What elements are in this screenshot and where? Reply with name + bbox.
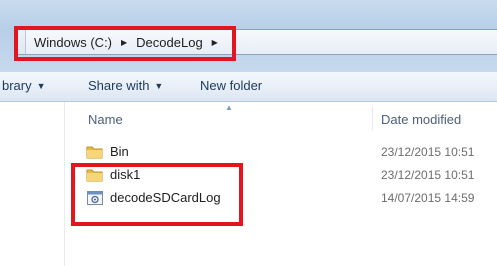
new-folder-button[interactable]: New folder (200, 78, 262, 93)
navigation-pane-divider[interactable] (64, 102, 65, 266)
file-row-decodesdcardlog[interactable]: decodeSDCardLog 14/07/2015 14:59 (80, 188, 497, 208)
file-name: Bin (110, 144, 129, 159)
sort-ascending-icon: ▲ (225, 103, 233, 112)
file-date-modified: 23/12/2015 10:51 (381, 145, 475, 159)
file-list-pane: ▲ Name Date modified Bin 23/12/2015 10:5… (0, 102, 497, 266)
share-with-label: Share with (88, 78, 150, 93)
address-bar[interactable]: Windows (C:) ▶ DecodeLog ▶ (14, 29, 497, 55)
file-date-modified: 23/12/2015 10:51 (381, 168, 475, 182)
command-bar: brary ▼ Share with ▼ New folder (0, 72, 497, 102)
folder-icon (86, 167, 104, 183)
address-bar-edge (15, 30, 26, 54)
library-menu-label: brary (2, 78, 32, 93)
file-name: disk1 (110, 167, 141, 182)
file-date-modified: 14/07/2015 14:59 (381, 191, 475, 205)
column-header-date-modified[interactable]: Date modified (381, 103, 461, 135)
library-menu-button[interactable]: brary ▼ (2, 78, 46, 93)
breadcrumb-item-folder[interactable]: DecodeLog (136, 35, 203, 50)
dropdown-arrow-icon: ▼ (36, 81, 46, 91)
explorer-window: Windows (C:) ▶ DecodeLog ▶ brary ▼ Share … (0, 0, 497, 266)
column-header-name[interactable]: Name (88, 103, 123, 135)
file-row-disk1[interactable]: disk1 23/12/2015 10:51 (80, 165, 497, 185)
column-divider[interactable] (372, 106, 373, 130)
address-zone: Windows (C:) ▶ DecodeLog ▶ (0, 0, 497, 72)
file-name: decodeSDCardLog (110, 190, 221, 205)
application-icon (86, 190, 104, 206)
share-with-button[interactable]: Share with ▼ (88, 78, 163, 93)
folder-icon (86, 144, 104, 160)
chevron-right-icon[interactable]: ▶ (121, 38, 127, 47)
chevron-right-icon[interactable]: ▶ (212, 38, 218, 47)
file-row-bin[interactable]: Bin 23/12/2015 10:51 (80, 142, 497, 162)
breadcrumb-item-drive[interactable]: Windows (C:) (34, 35, 112, 50)
breadcrumb: Windows (C:) ▶ DecodeLog ▶ (34, 30, 227, 54)
dropdown-arrow-icon: ▼ (154, 81, 164, 91)
